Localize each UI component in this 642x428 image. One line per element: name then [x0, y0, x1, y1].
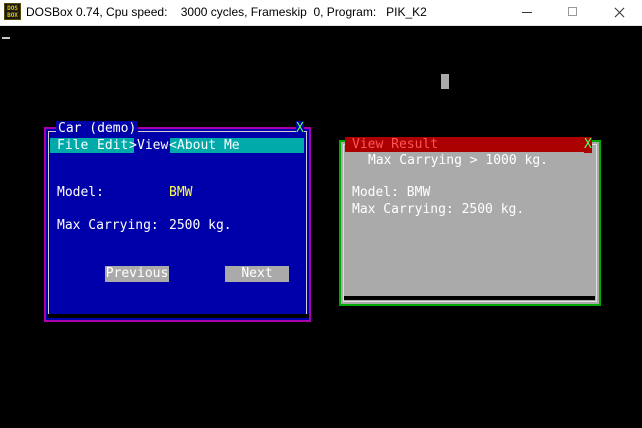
model-label: Model: [57, 185, 104, 200]
result-model-line: Model: BMW [352, 185, 431, 200]
next-button[interactable]: Next [225, 266, 289, 282]
view-result-title: View Result [352, 137, 439, 152]
view-result-shadow-line [344, 296, 595, 300]
menu-view[interactable]: View [137, 138, 168, 154]
car-window-title: Car (demo) [56, 121, 139, 137]
result-filter-header: Max Carrying > 1000 kg. [368, 153, 549, 168]
menu-about-me[interactable]: About Me [177, 138, 240, 154]
text-cursor [2, 37, 10, 39]
result-carrying-line: Max Carrying: 2500 kg. [352, 202, 525, 217]
dosbox-app-icon[interactable]: DOS BOX [4, 3, 21, 20]
previous-button[interactable]: Previous [105, 266, 169, 282]
max-carrying-value: 2500 kg. [169, 218, 232, 233]
dos-screen[interactable]: Car (demo) X File Edit > View < About Me… [0, 26, 642, 428]
menu-edit[interactable]: Edit [97, 138, 128, 154]
menu-selection-arrow-right: < [169, 138, 177, 153]
car-window-close-icon[interactable]: X [296, 121, 304, 137]
mouse-cursor-block [441, 74, 449, 89]
car-window-shadow-line [47, 314, 309, 318]
minimize-button[interactable] [504, 0, 550, 25]
view-result-close-icon[interactable]: X [584, 137, 592, 153]
window-title: DOSBox 0.74, Cpu speed: 3000 cycles, Fra… [26, 5, 427, 19]
model-value: BMW [169, 185, 193, 200]
max-carrying-label: Max Carrying: [57, 218, 159, 233]
menu-selection-arrow-left: > [129, 138, 137, 153]
menu-file[interactable]: File [57, 138, 88, 154]
maximize-button[interactable] [550, 0, 596, 25]
window-titlebar[interactable]: DOS BOX DOSBox 0.74, Cpu speed: 3000 cyc… [0, 0, 642, 26]
close-window-button[interactable] [596, 0, 642, 25]
